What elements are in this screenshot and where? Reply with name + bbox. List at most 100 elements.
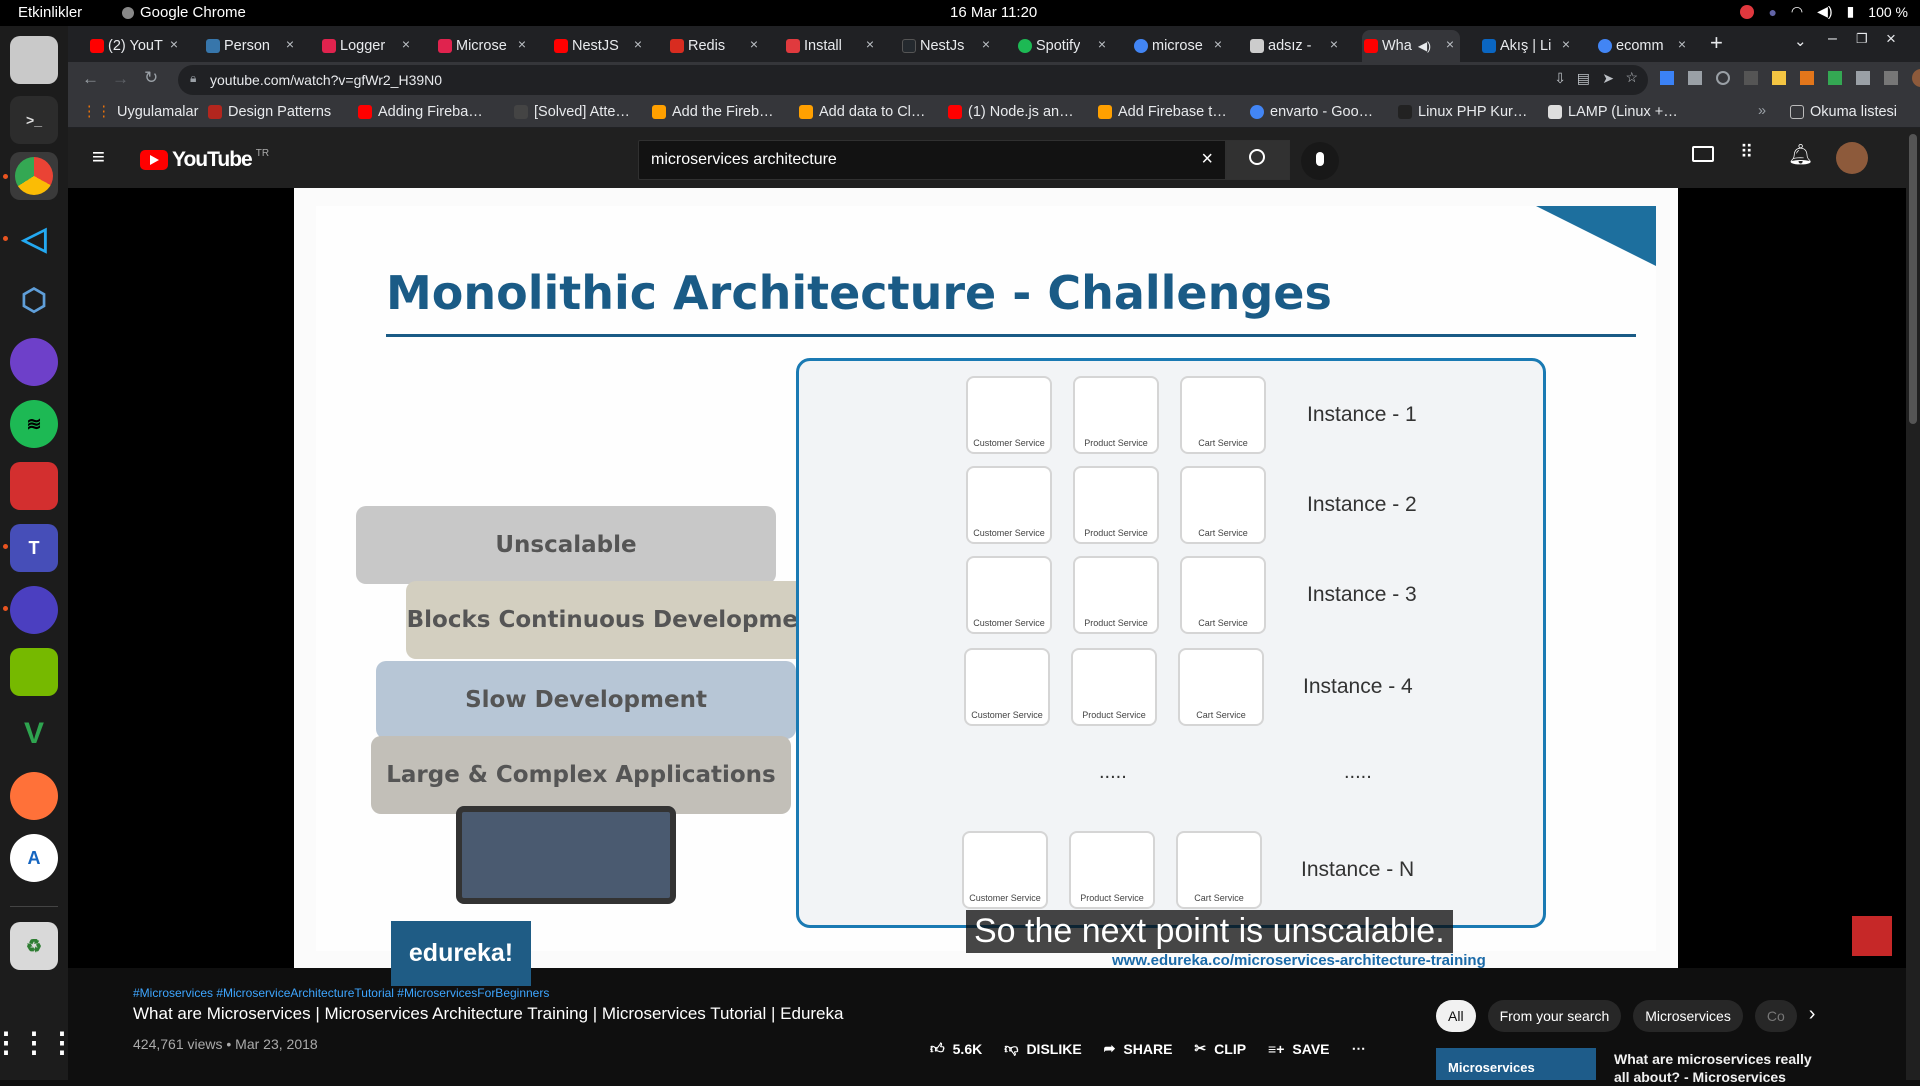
- browser-tab[interactable]: adsız - ×: [1248, 30, 1344, 62]
- bookmark-item[interactable]: LAMP (Linux +…: [1548, 104, 1678, 120]
- tab-close-icon[interactable]: ×: [634, 36, 642, 52]
- youtube-dl-icon[interactable]: [10, 462, 58, 510]
- install-icon[interactable]: ⇩: [1554, 70, 1566, 87]
- bookmark-item[interactable]: Adding Fireba…: [358, 104, 483, 120]
- system-tray[interactable]: ● ◠ ◀) ▮ 100 %: [1740, 3, 1908, 20]
- chip-all[interactable]: All: [1436, 1000, 1476, 1032]
- bookmark-star-icon[interactable]: ☆: [1625, 69, 1638, 86]
- browser-tab-active[interactable]: Wha ◀) ×: [1362, 30, 1460, 62]
- bookmark-item[interactable]: (1) Node.js an…: [948, 104, 1074, 120]
- teams-icon[interactable]: T: [10, 524, 58, 572]
- tab-close-icon[interactable]: ×: [1330, 36, 1338, 52]
- dislike-button[interactable]: 👎︎ DISLIKE: [1004, 1040, 1081, 1057]
- chrome-icon[interactable]: [10, 152, 58, 200]
- reading-list[interactable]: Okuma listesi: [1790, 104, 1897, 120]
- github-desktop-icon[interactable]: [10, 338, 58, 386]
- browser-tab[interactable]: Redis ×: [668, 30, 764, 62]
- bookmark-item[interactable]: [Solved] Atte…: [514, 104, 630, 120]
- share-button[interactable]: ➦ SHARE: [1104, 1040, 1173, 1057]
- browser-tab[interactable]: Logger ×: [320, 30, 416, 62]
- vim-icon[interactable]: V: [10, 710, 58, 758]
- tab-close-icon[interactable]: ×: [1214, 36, 1222, 52]
- search-input[interactable]: microservices architecture ×: [638, 140, 1226, 180]
- browser-tab[interactable]: Microse ×: [436, 30, 532, 62]
- send-tab-icon[interactable]: ➤: [1602, 70, 1614, 87]
- video-hashtags[interactable]: #Microservices #MicroserviceArchitecture…: [133, 986, 843, 1000]
- chevron-right-icon[interactable]: ›: [1809, 1003, 1816, 1032]
- profile-avatar[interactable]: [1912, 69, 1920, 87]
- save-button[interactable]: ≡+ SAVE: [1268, 1040, 1329, 1057]
- tab-close-icon[interactable]: ×: [866, 36, 874, 52]
- trash-icon[interactable]: ♻: [10, 922, 58, 970]
- close-window-icon[interactable]: ×: [1886, 29, 1896, 49]
- tab-close-icon[interactable]: ×: [1098, 36, 1106, 52]
- moon-app-icon[interactable]: [10, 586, 58, 634]
- browser-tab[interactable]: Person ×: [204, 30, 300, 62]
- lock-icon[interactable]: 🔒︎: [190, 71, 196, 86]
- chip-partial[interactable]: Co: [1754, 1000, 1797, 1032]
- like-button[interactable]: 👍︎ 5.6K: [930, 1040, 982, 1057]
- browser-tab[interactable]: ecomm ×: [1596, 30, 1692, 62]
- minimize-icon[interactable]: –: [1828, 30, 1837, 48]
- more-bookmarks-icon[interactable]: »: [1758, 103, 1766, 119]
- metamask-icon[interactable]: [1800, 71, 1814, 85]
- new-tab-icon[interactable]: +: [1710, 30, 1723, 56]
- vscode-icon[interactable]: ◁: [10, 214, 58, 262]
- extension-image-icon[interactable]: [1772, 71, 1786, 85]
- account-avatar[interactable]: [1836, 142, 1868, 174]
- tab-search-icon[interactable]: ⌄: [1794, 32, 1807, 50]
- firefox-icon[interactable]: [10, 772, 58, 820]
- tab-audio-icon[interactable]: ◀): [1418, 39, 1431, 53]
- youtube-logo[interactable]: YouTube TR: [140, 148, 269, 172]
- clip-button[interactable]: ✂ CLIP: [1194, 1040, 1246, 1057]
- browser-tab[interactable]: Spotify ×: [1016, 30, 1112, 62]
- more-actions-icon[interactable]: ⋯: [1352, 1040, 1366, 1057]
- bookmark-item[interactable]: ⋮⋮ Uygulamalar: [82, 104, 198, 120]
- menu-hamburger-icon[interactable]: ≡: [92, 144, 105, 170]
- browser-tab[interactable]: NestJs ×: [900, 30, 996, 62]
- chip-from-search[interactable]: From your search: [1487, 1000, 1622, 1032]
- extension-target-icon[interactable]: [1716, 71, 1730, 85]
- tab-close-icon[interactable]: ×: [286, 36, 294, 52]
- terminal-icon[interactable]: >_: [10, 96, 58, 144]
- show-apps-icon[interactable]: ⋮⋮⋮: [0, 1018, 76, 1066]
- tab-close-icon[interactable]: ×: [982, 36, 990, 52]
- tab-close-icon[interactable]: ×: [1562, 36, 1570, 52]
- bookmark-item[interactable]: envarto - Goo…: [1250, 104, 1373, 120]
- bookmark-item[interactable]: Add Firebase t…: [1098, 104, 1227, 120]
- active-app-menu[interactable]: Google Chrome: [122, 4, 246, 21]
- bookmark-item[interactable]: Add data to Cl…: [799, 104, 925, 120]
- subscribe-watermark[interactable]: [1852, 916, 1892, 956]
- chip-microservices[interactable]: Microservices: [1633, 1000, 1743, 1032]
- reload-icon[interactable]: ↻: [144, 68, 158, 88]
- video-player[interactable]: Monolithic Architecture - Challenges Uns…: [68, 188, 1920, 986]
- files-icon[interactable]: [10, 36, 58, 84]
- spotify-icon[interactable]: ≋: [10, 400, 58, 448]
- browser-tab[interactable]: microse ×: [1132, 30, 1228, 62]
- recommended-video-title[interactable]: What are microservices really all about?…: [1614, 1050, 1814, 1086]
- browser-tab[interactable]: Akış | Li ×: [1480, 30, 1576, 62]
- reading-mode-icon[interactable]: [1884, 71, 1898, 85]
- page-scrollbar[interactable]: [1906, 128, 1920, 1080]
- notifications-bell-icon[interactable]: 🔔︎: [1788, 142, 1813, 167]
- voice-search-button[interactable]: [1301, 142, 1339, 180]
- clear-search-icon[interactable]: ×: [1201, 148, 1213, 171]
- nvidia-icon[interactable]: [10, 648, 58, 696]
- tab-close-icon[interactable]: ×: [1678, 36, 1686, 52]
- tab-close-icon[interactable]: ×: [518, 36, 526, 52]
- extension-cursor-icon[interactable]: [1660, 71, 1674, 85]
- software-center-icon[interactable]: A: [10, 834, 58, 882]
- browser-tab[interactable]: NestJS ×: [552, 30, 648, 62]
- extension-counter-icon[interactable]: [1828, 71, 1842, 85]
- translate-icon[interactable]: ▤: [1577, 70, 1590, 87]
- activities-button[interactable]: Etkinlikler: [18, 4, 82, 21]
- tab-close-icon[interactable]: ×: [170, 36, 178, 52]
- address-bar[interactable]: 🔒︎ youtube.com/watch?v=gfWr2_H39N0 ⇩ ▤ ➤…: [178, 65, 1648, 95]
- recommended-video-thumbnail[interactable]: Microservices: [1436, 1048, 1596, 1080]
- bookmark-item[interactable]: Add the Fireb…: [652, 104, 774, 120]
- extension-pen-icon[interactable]: [1688, 71, 1702, 85]
- extensions-puzzle-icon[interactable]: [1856, 71, 1870, 85]
- bookmark-item[interactable]: Design Patterns: [208, 104, 331, 120]
- address-url[interactable]: youtube.com/watch?v=gfWr2_H39N0: [210, 72, 442, 88]
- scrollbar-thumb[interactable]: [1909, 134, 1917, 424]
